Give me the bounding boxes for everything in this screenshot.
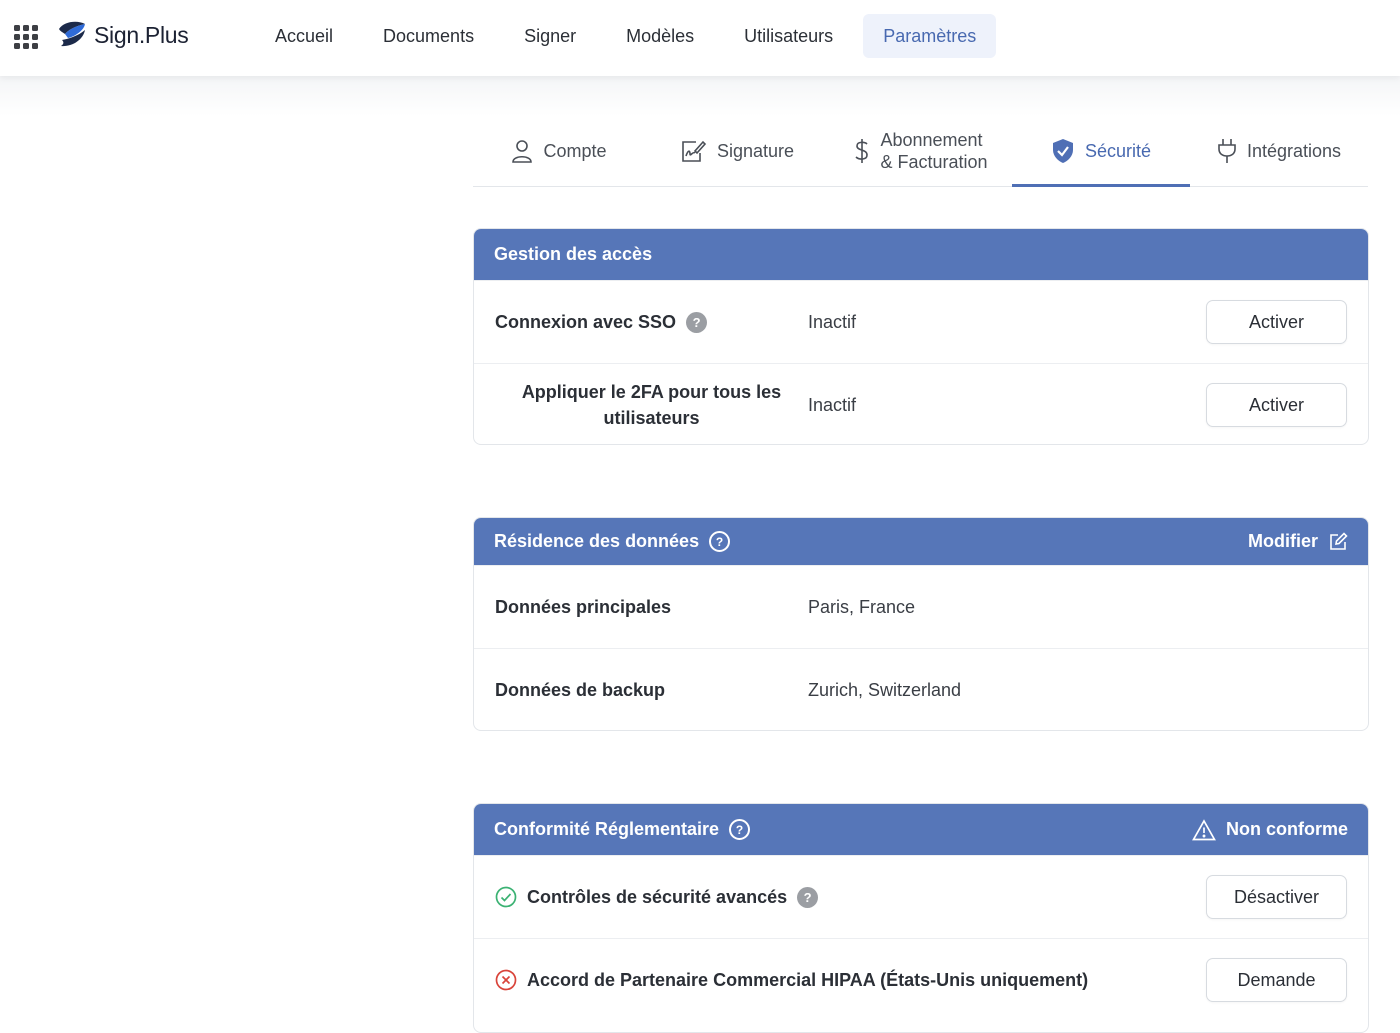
help-circle-icon[interactable]: ?: [709, 531, 731, 552]
main-nav: Accueil Documents Signer Modèles Utilisa…: [255, 14, 1006, 58]
tab-label-line1: Abonnement: [880, 130, 983, 150]
signature-icon: [682, 140, 707, 162]
primary-data-value: Paris, France: [808, 596, 916, 617]
tab-compte[interactable]: Compte: [473, 116, 645, 186]
activate-2fa-button[interactable]: Activer: [1206, 383, 1347, 427]
tab-label: Intégrations: [1246, 140, 1342, 161]
request-hipaa-button[interactable]: Demande: [1206, 958, 1347, 1002]
nav-documents[interactable]: Documents: [363, 14, 494, 58]
advanced-security-label: Contrôles de sécurité avancés: [527, 886, 788, 907]
advanced-security-row: Contrôles de sécurité avancés ? Désactiv…: [474, 855, 1368, 938]
apps-grid-icon[interactable]: [14, 25, 38, 49]
user-icon: [512, 140, 533, 163]
nav-utilisateurs[interactable]: Utilisateurs: [724, 14, 853, 58]
sso-row: Connexion avec SSO ? Inactif Activer: [474, 280, 1368, 363]
hipaa-row: Accord de Partenaire Commercial HIPAA (É…: [474, 938, 1368, 1021]
sso-status: Inactif: [808, 311, 857, 332]
backup-data-value: Zurich, Switzerland: [808, 679, 962, 700]
card-header: Conformité Réglementaire ? Non conforme: [474, 804, 1368, 855]
shield-check-icon: [1052, 139, 1073, 163]
row-label: Accord de Partenaire Commercial HIPAA (É…: [495, 969, 1088, 991]
sign-plus-logo-icon: [59, 21, 85, 47]
nav-parametres[interactable]: Paramètres: [863, 14, 997, 58]
row-label: Contrôles de sécurité avancés ?: [495, 886, 819, 908]
tab-label: Compte: [543, 140, 607, 161]
primary-data-row: Données principales Paris, France: [474, 565, 1368, 648]
deactivate-security-button[interactable]: Désactiver: [1206, 875, 1347, 919]
sso-label: Connexion avec SSO: [495, 311, 677, 332]
access-management-card: Gestion des accès Connexion avec SSO ? I…: [473, 228, 1369, 445]
header-shadow-band: [0, 76, 1400, 116]
help-circle-icon[interactable]: ?: [729, 819, 751, 840]
compliance-status-label: Non conforme: [1225, 819, 1348, 839]
edit-residence-button[interactable]: Modifier: [1248, 531, 1348, 552]
backup-data-row: Données de backup Zurich, Switzerland: [474, 648, 1368, 730]
primary-data-label: Données principales: [495, 596, 672, 617]
edit-icon: [1330, 531, 1348, 550]
tab-label: Signature: [716, 140, 795, 161]
tab-label-line2: & Facturation: [880, 152, 988, 172]
x-circle-icon: [495, 969, 517, 991]
check-circle-icon: [495, 886, 517, 908]
settings-tabs: Compte Signature Abonnement & Facturatio…: [473, 116, 1368, 187]
tab-integrations[interactable]: Intégrations: [1190, 116, 1368, 186]
hipaa-label: Accord de Partenaire Commercial HIPAA (É…: [527, 969, 1089, 990]
nav-modeles[interactable]: Modèles: [606, 14, 714, 58]
card-title: Gestion des accès: [494, 244, 653, 264]
card-title: Conformité Réglementaire: [494, 819, 720, 839]
tab-securite[interactable]: Sécurité: [1012, 116, 1190, 187]
warning-icon: [1192, 818, 1216, 840]
tab-abonnement[interactable]: Abonnement & Facturation: [830, 116, 1012, 186]
2fa-row: Appliquer le 2FA pour tous les utilisate…: [474, 363, 1368, 444]
tab-label: Abonnement & Facturation: [880, 129, 987, 173]
help-icon[interactable]: ?: [797, 886, 819, 908]
2fa-label: Appliquer le 2FA pour tous les utilisate…: [521, 382, 782, 428]
activate-sso-button[interactable]: Activer: [1206, 300, 1347, 344]
dollar-icon: [855, 139, 869, 163]
card-title: Résidence des données: [494, 531, 700, 551]
card-header: Gestion des accès: [474, 229, 1368, 280]
plug-icon: [1218, 139, 1236, 163]
compliance-status: Non conforme: [1192, 818, 1348, 841]
edit-label: Modifier: [1248, 531, 1318, 551]
nav-accueil[interactable]: Accueil: [255, 14, 353, 58]
row-label: Connexion avec SSO ?: [495, 311, 708, 333]
nav-signer[interactable]: Signer: [504, 14, 596, 58]
tab-signature[interactable]: Signature: [645, 116, 830, 186]
tab-label: Sécurité: [1084, 140, 1152, 161]
backup-data-label: Données de backup: [495, 679, 666, 700]
help-icon[interactable]: ?: [686, 311, 708, 333]
brand-logo[interactable]: Sign.Plus: [56, 20, 189, 50]
card-header: Résidence des données ? Modifier: [474, 518, 1368, 565]
data-residence-card: Résidence des données ? Modifier Données…: [473, 517, 1369, 731]
brand-name: Sign.Plus: [94, 21, 189, 48]
compliance-card: Conformité Réglementaire ? Non conforme …: [473, 803, 1369, 1033]
top-bar: Sign.Plus Accueil Documents Signer Modèl…: [0, 0, 1400, 76]
2fa-status: Inactif: [808, 394, 857, 415]
